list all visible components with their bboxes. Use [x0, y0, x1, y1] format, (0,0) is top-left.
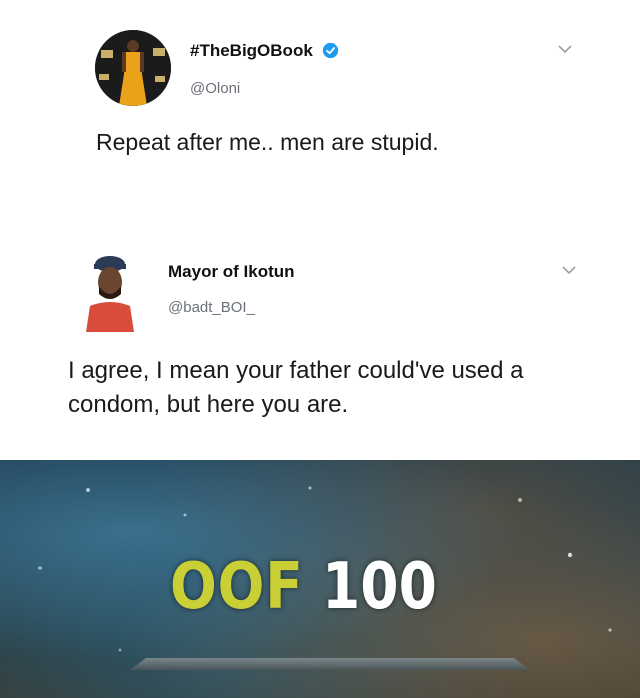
avatar[interactable] — [84, 254, 136, 332]
display-name[interactable]: Mayor of Ikotun — [168, 262, 295, 282]
chevron-down-icon[interactable] — [558, 45, 572, 54]
user-handle[interactable]: @badt_BOI_ — [168, 299, 255, 316]
level-bar — [130, 658, 530, 670]
chevron-down-icon[interactable] — [562, 266, 576, 275]
tweet-text: I agree, I mean your father could've use… — [68, 357, 524, 418]
display-name[interactable]: #TheBigOBook — [190, 41, 313, 61]
tweet-original: #TheBigOBook @Oloni Repeat after me.. me… — [0, 0, 640, 232]
user-handle[interactable]: @Oloni — [190, 80, 240, 97]
verified-badge-icon — [322, 42, 339, 59]
avatar[interactable] — [95, 30, 171, 106]
tweet-text: Repeat after me.. men are stupid. — [96, 129, 439, 155]
oof-label: OOF — [170, 550, 304, 624]
oof-value: 100 — [322, 550, 437, 624]
